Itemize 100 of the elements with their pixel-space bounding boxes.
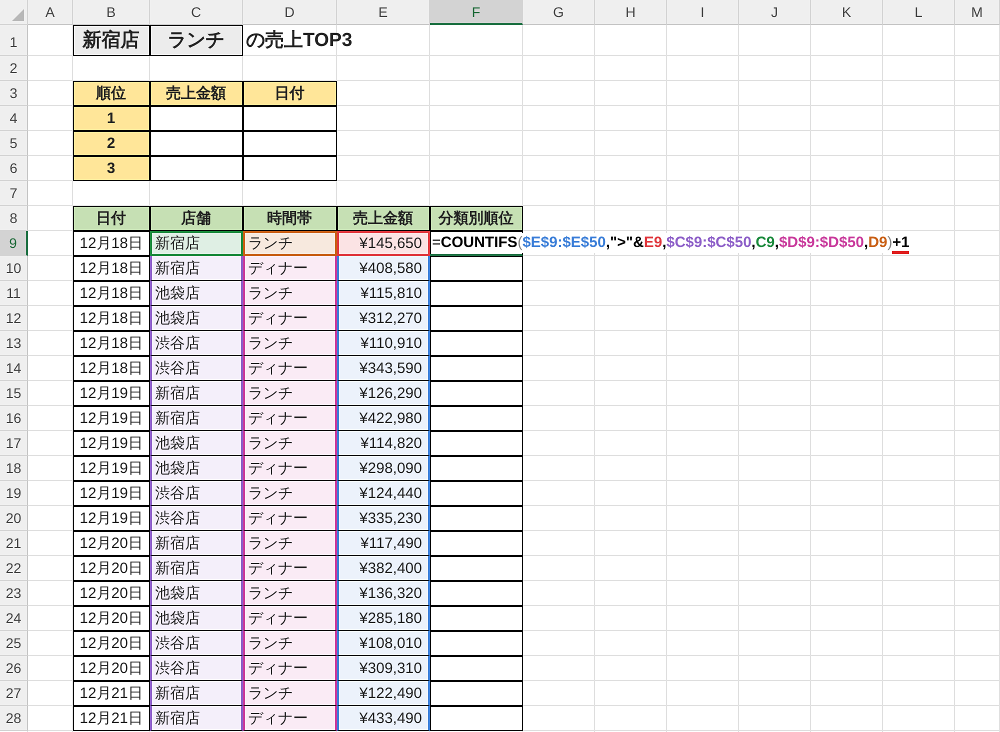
table-cell: ¥335,230 [337,506,430,531]
column-header[interactable]: G [523,0,595,25]
table-cell: 12月20日 [73,606,150,631]
row-header[interactable]: 2 [0,56,28,81]
title-cell: 新宿店 [73,25,150,56]
table-cell: ランチ [243,631,337,656]
row-header[interactable]: 5 [0,131,28,156]
table-cell: ディナー [243,506,337,531]
column-header[interactable]: M [955,0,1000,25]
table-cell: ¥343,590 [337,356,430,381]
table-cell: 渋谷店 [150,631,243,656]
table-cell: ¥408,580 [337,256,430,281]
table-cell: 新宿店 [150,556,243,581]
column-header[interactable]: I [667,0,739,25]
column-header: 順位 [73,81,150,106]
table-cell: 渋谷店 [150,506,243,531]
column-header[interactable]: H [595,0,667,25]
row-header[interactable]: 1 [0,25,28,56]
row-header[interactable]: 4 [0,106,28,131]
table-cell: 12月19日 [73,481,150,506]
table-cell: ¥136,320 [337,581,430,606]
table-cell: ランチ [243,231,337,256]
table-cell: ランチ [243,481,337,506]
row-header[interactable]: 27 [0,681,28,706]
table-cell: 12月18日 [73,356,150,381]
row-header[interactable]: 15 [0,381,28,406]
column-header[interactable]: D [243,0,337,25]
row-header[interactable]: 22 [0,556,28,581]
table-cell: 池袋店 [150,306,243,331]
table-cell: ¥122,490 [337,681,430,706]
row-header[interactable]: 10 [0,256,28,281]
row-header[interactable]: 12 [0,306,28,331]
table-cell: ¥124,440 [337,481,430,506]
row-header[interactable]: 3 [0,81,28,106]
table-cell: 池袋店 [150,456,243,481]
table-cell: ランチ [243,381,337,406]
column-header: 分類別順位 [430,206,523,231]
table-cell: ¥422,980 [337,406,430,431]
table-cell: 新宿店 [150,231,243,256]
triangle-icon [12,9,24,21]
table-cell: 12月20日 [73,581,150,606]
column-header[interactable]: E [337,0,430,25]
row-header[interactable]: 8 [0,206,28,231]
table-cell: 新宿店 [150,531,243,556]
row-header[interactable]: 28 [0,706,28,731]
table-cell: 12月18日 [73,281,150,306]
table-cell: 新宿店 [150,681,243,706]
table-cell: ランチ [243,281,337,306]
column-header: 時間帯 [243,206,337,231]
column-header[interactable]: L [883,0,955,25]
row-header[interactable]: 25 [0,631,28,656]
row-header[interactable]: 19 [0,481,28,506]
column-header[interactable]: F [430,0,523,25]
column-header[interactable]: B [73,0,150,25]
row-header[interactable]: 23 [0,581,28,606]
column-header: 日付 [73,206,150,231]
table-cell: 12月18日 [73,256,150,281]
table-cell: ¥309,310 [337,656,430,681]
table-cell: ¥110,910 [337,331,430,356]
table-cell: ランチ [243,581,337,606]
table-cell: ディナー [243,606,337,631]
row-header[interactable]: 6 [0,156,28,181]
table-cell: 12月21日 [73,681,150,706]
table-cell: ランチ [243,531,337,556]
column-header[interactable]: C [150,0,243,25]
row-header[interactable]: 16 [0,406,28,431]
table-cell: 12月18日 [73,231,150,256]
column-header[interactable]: K [811,0,883,25]
table-cell: ランチ [243,431,337,456]
table-cell: 12月20日 [73,656,150,681]
table-cell: ディナー [243,306,337,331]
row-header[interactable]: 24 [0,606,28,631]
column-header[interactable]: J [739,0,811,25]
table-cell: ¥298,090 [337,456,430,481]
row-header[interactable]: 21 [0,531,28,556]
column-header: 日付 [243,81,337,106]
row-header[interactable]: 14 [0,356,28,381]
row-header[interactable]: 26 [0,656,28,681]
row-header[interactable]: 13 [0,331,28,356]
table-cell: ディナー [243,556,337,581]
table-cell: ¥433,490 [337,706,430,731]
row-header[interactable]: 17 [0,431,28,456]
table-cell: 池袋店 [150,281,243,306]
table-cell: ディナー [243,356,337,381]
row-header[interactable]: 18 [0,456,28,481]
table-cell: ¥115,810 [337,281,430,306]
table-cell: ディナー [243,456,337,481]
table-cell: 池袋店 [150,431,243,456]
table-cell: ディナー [243,256,337,281]
row-header[interactable]: 20 [0,506,28,531]
table-cell: 新宿店 [150,706,243,731]
row-header[interactable]: 11 [0,281,28,306]
rank-cell: 3 [73,156,150,181]
row-header[interactable]: 9 [0,231,28,256]
table-cell: ディナー [243,406,337,431]
column-header[interactable]: A [28,0,73,25]
table-cell: ¥285,180 [337,606,430,631]
table-cell: 12月20日 [73,556,150,581]
row-header[interactable]: 7 [0,181,28,206]
select-all-corner[interactable] [0,0,28,25]
